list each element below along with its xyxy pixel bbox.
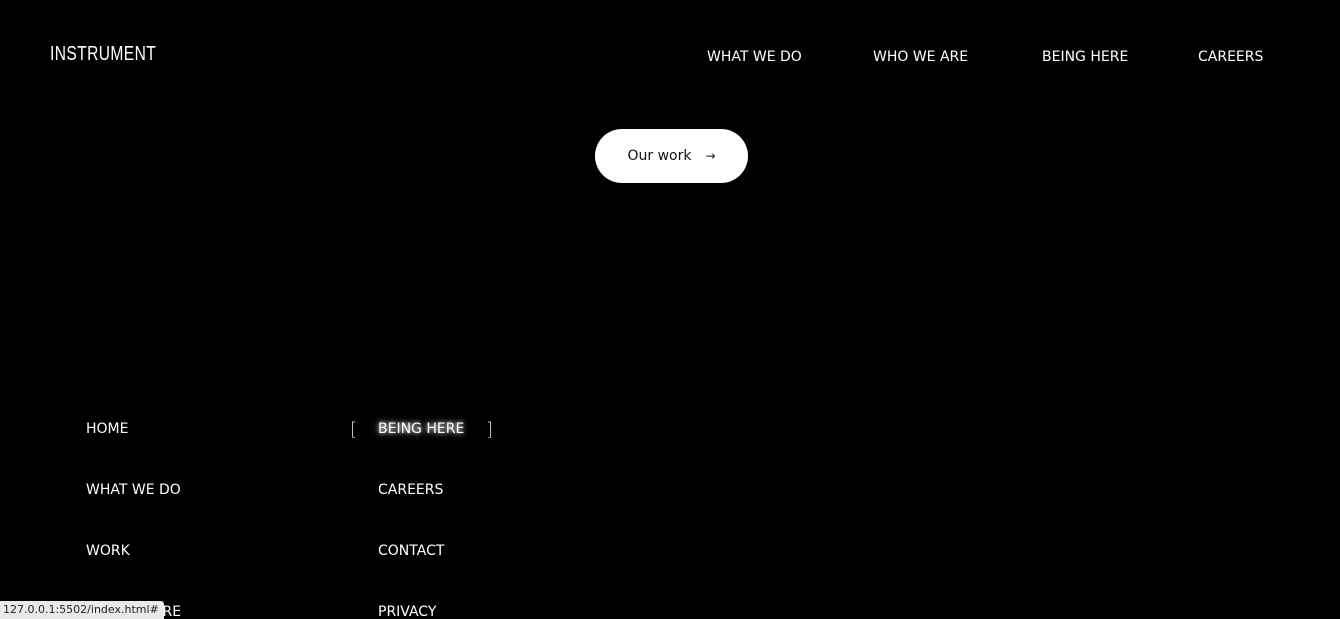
footer-link-being-here[interactable]: BEING HERE <box>378 421 464 437</box>
nav-careers[interactable]: CAREERS <box>1198 49 1263 65</box>
footer-link-careers[interactable]: CAREERS <box>378 482 443 498</box>
footer-link-contact[interactable]: CONTACT <box>378 543 444 559</box>
active-bracket-open: [ <box>350 419 358 440</box>
nav-being-here[interactable]: BEING HERE <box>1042 49 1128 65</box>
our-work-label: Our work <box>627 148 692 164</box>
our-work-button[interactable]: Our work → <box>595 129 748 183</box>
footer-link-home[interactable]: HOME <box>86 421 128 437</box>
logo-link[interactable]: INSTRUMENT <box>50 43 156 66</box>
browser-status-url: 127.0.0.1:5502/index.html# <box>0 601 164 619</box>
active-bracket-close: ] <box>486 419 494 440</box>
nav-what-we-do[interactable]: WHAT WE DO <box>707 49 802 65</box>
footer-link-work[interactable]: WORK <box>86 543 130 559</box>
arrow-right-icon: → <box>705 149 716 163</box>
footer-link-privacy[interactable]: PRIVACY <box>378 604 436 619</box>
nav-who-we-are[interactable]: WHO WE ARE <box>873 49 968 65</box>
footer-link-what-we-do[interactable]: WHAT WE DO <box>86 482 181 498</box>
page: INSTRUMENT WHAT WE DO WHO WE ARE BEING H… <box>0 0 1340 619</box>
